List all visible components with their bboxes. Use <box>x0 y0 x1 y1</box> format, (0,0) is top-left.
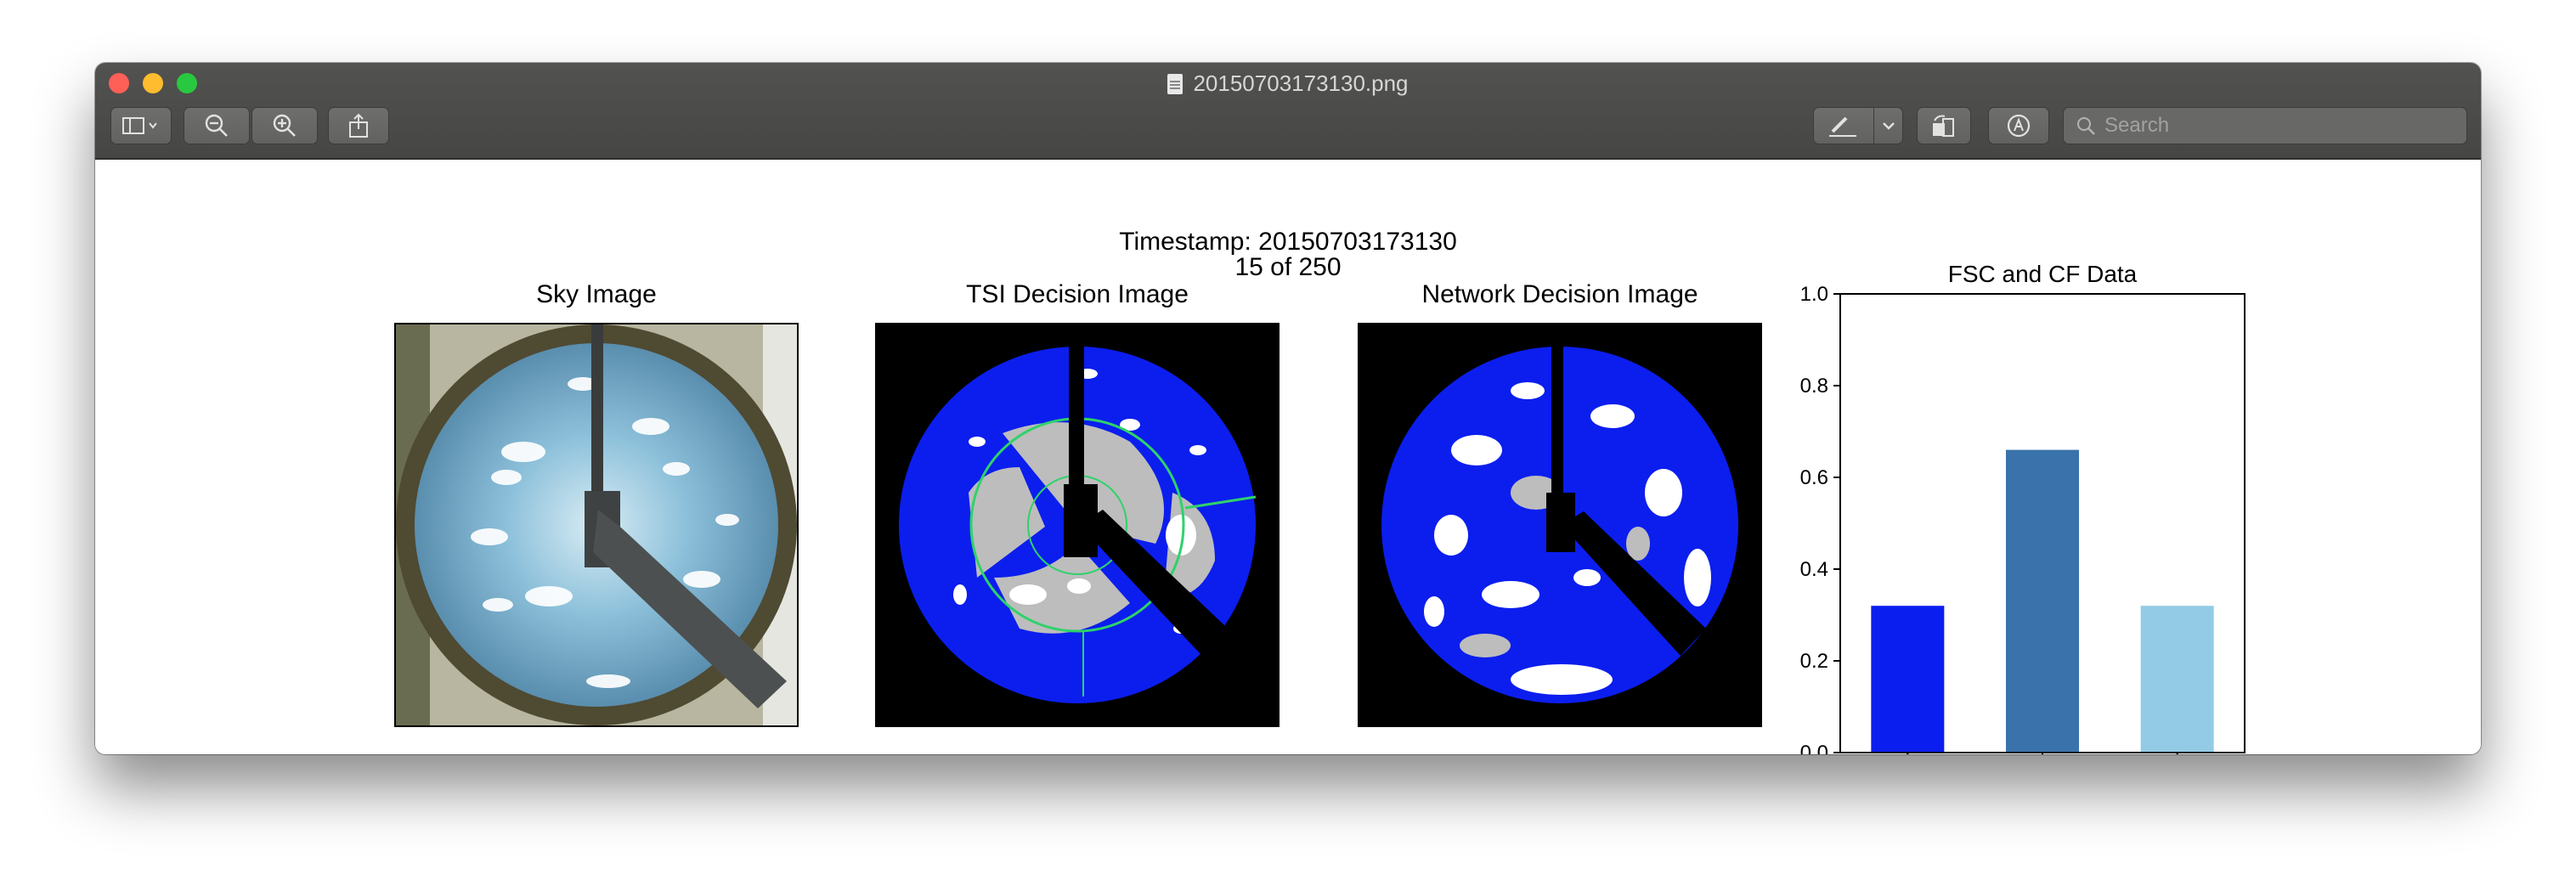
share-icon <box>349 113 368 138</box>
y-tick-label: 1.0 <box>1800 283 1828 306</box>
y-tick-label: 0.2 <box>1800 650 1828 673</box>
sidebar-toggle-button[interactable] <box>110 107 172 144</box>
search-placeholder: Search <box>2104 114 2170 137</box>
toolbar: 20150703173130.png Search <box>95 63 2481 160</box>
zoom-in-button[interactable] <box>251 107 318 144</box>
y-tick-label: 0.4 <box>1800 558 1828 581</box>
bar <box>1871 606 1945 753</box>
y-tick-label: 0.0 <box>1800 742 1828 754</box>
markup-pen-icon <box>1829 116 1856 137</box>
annotate-button[interactable] <box>1988 107 2049 144</box>
bar <box>2140 606 2214 753</box>
image-file-icon <box>1167 74 1183 94</box>
chevron-down-icon[interactable] <box>1880 117 1897 134</box>
zoom-in-icon <box>273 114 296 137</box>
search-field[interactable]: Search <box>2063 107 2467 144</box>
chart-title: FSC and CF Data <box>1948 261 2138 287</box>
markup-button[interactable] <box>1813 107 1903 144</box>
fsc-cf-bar-chart: FSC and CF DataARSCLCFTSIFSCNETFSC0.00.2… <box>1800 261 2246 754</box>
zoom-out-button[interactable] <box>184 107 250 144</box>
share-button[interactable] <box>328 107 389 144</box>
y-tick-label: 0.8 <box>1800 375 1828 398</box>
bar <box>2006 449 2079 753</box>
image-canvas: Timestamp: 20150703173130 15 of 250 Sky … <box>95 160 2481 754</box>
annotate-icon <box>2007 114 2031 138</box>
zoom-out-icon <box>205 114 228 137</box>
y-tick-label: 0.6 <box>1800 466 1828 489</box>
sidebar-toggle-icon <box>122 117 157 134</box>
rotate-icon <box>1933 115 1954 137</box>
window-title: 20150703173130.png <box>95 70 2481 97</box>
rotate-button[interactable] <box>1917 107 1971 144</box>
preview-window: 20150703173130.png Search Timestamp: 201… <box>95 63 2481 754</box>
search-icon <box>2077 117 2095 135</box>
